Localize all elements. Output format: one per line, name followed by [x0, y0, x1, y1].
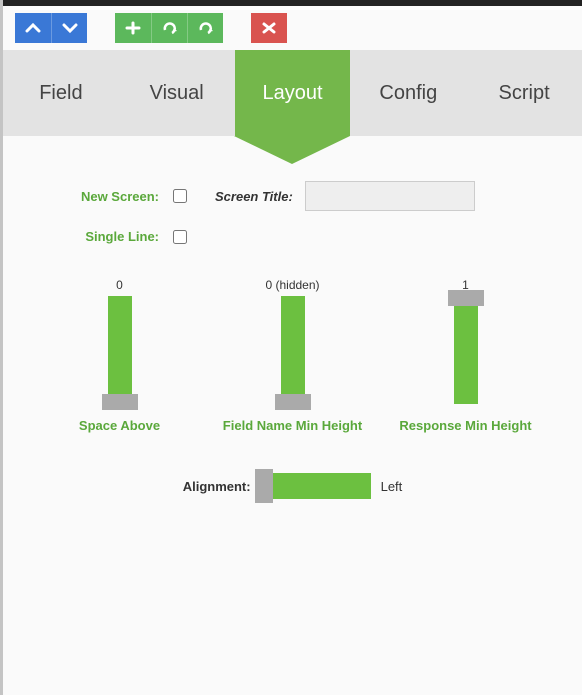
tab-script[interactable]: Script — [466, 50, 582, 136]
slider-handle[interactable] — [102, 394, 138, 410]
slider-field-name-min-height: 0 (hidden) Field Name Min Height — [213, 278, 373, 433]
tab-bar: Field Visual Layout Config Script — [3, 50, 582, 136]
slider-track[interactable] — [108, 296, 132, 404]
move-group — [15, 13, 87, 43]
alignment-label: Alignment: — [183, 479, 251, 494]
screen-title-input[interactable] — [305, 181, 475, 211]
chevron-down-icon — [62, 21, 78, 35]
chevron-up-icon — [25, 21, 41, 35]
tab-layout[interactable]: Layout — [235, 50, 351, 136]
slider-handle[interactable] — [275, 394, 311, 410]
slider-value: 0 — [116, 278, 123, 292]
tab-visual[interactable]: Visual — [119, 50, 235, 136]
alignment-row: Alignment: Left — [33, 473, 552, 499]
share-icon — [198, 21, 214, 35]
plus-icon — [125, 21, 141, 35]
alignment-handle[interactable] — [255, 469, 273, 503]
move-down-button[interactable] — [51, 13, 87, 43]
slider-value: 0 (hidden) — [265, 278, 319, 292]
single-line-checkbox[interactable] — [173, 230, 187, 244]
redo-icon — [162, 21, 178, 35]
new-screen-label: New Screen: — [33, 189, 173, 204]
screen-title-label: Screen Title: — [215, 189, 293, 204]
slider-space-above: 0 Space Above — [40, 278, 200, 433]
slider-caption: Space Above — [79, 418, 160, 433]
slider-handle[interactable] — [448, 290, 484, 306]
alignment-slider[interactable] — [261, 473, 371, 499]
new-screen-checkbox[interactable] — [173, 189, 187, 203]
slider-caption: Response Min Height — [399, 418, 531, 433]
slider-response-min-height: 1 Response Min Height — [386, 278, 546, 433]
alignment-value: Left — [381, 479, 403, 494]
delete-group — [251, 13, 287, 43]
single-line-label: Single Line: — [33, 229, 173, 244]
layout-panel: New Screen: Screen Title: Single Line: 0… — [3, 136, 582, 519]
action-group — [115, 13, 223, 43]
row-single-line: Single Line: — [33, 229, 552, 244]
move-up-button[interactable] — [15, 13, 51, 43]
slider-track[interactable] — [454, 296, 478, 404]
add-button[interactable] — [115, 13, 151, 43]
slider-track[interactable] — [281, 296, 305, 404]
sliders-row: 0 Space Above 0 (hidden) Field Name Min … — [33, 278, 552, 433]
tab-field[interactable]: Field — [3, 50, 119, 136]
delete-button[interactable] — [251, 13, 287, 43]
toolbar — [3, 6, 582, 50]
share-button[interactable] — [187, 13, 223, 43]
tab-config[interactable]: Config — [350, 50, 466, 136]
row-new-screen: New Screen: Screen Title: — [33, 181, 552, 211]
redo-button[interactable] — [151, 13, 187, 43]
slider-caption: Field Name Min Height — [223, 418, 362, 433]
close-icon — [261, 21, 277, 35]
